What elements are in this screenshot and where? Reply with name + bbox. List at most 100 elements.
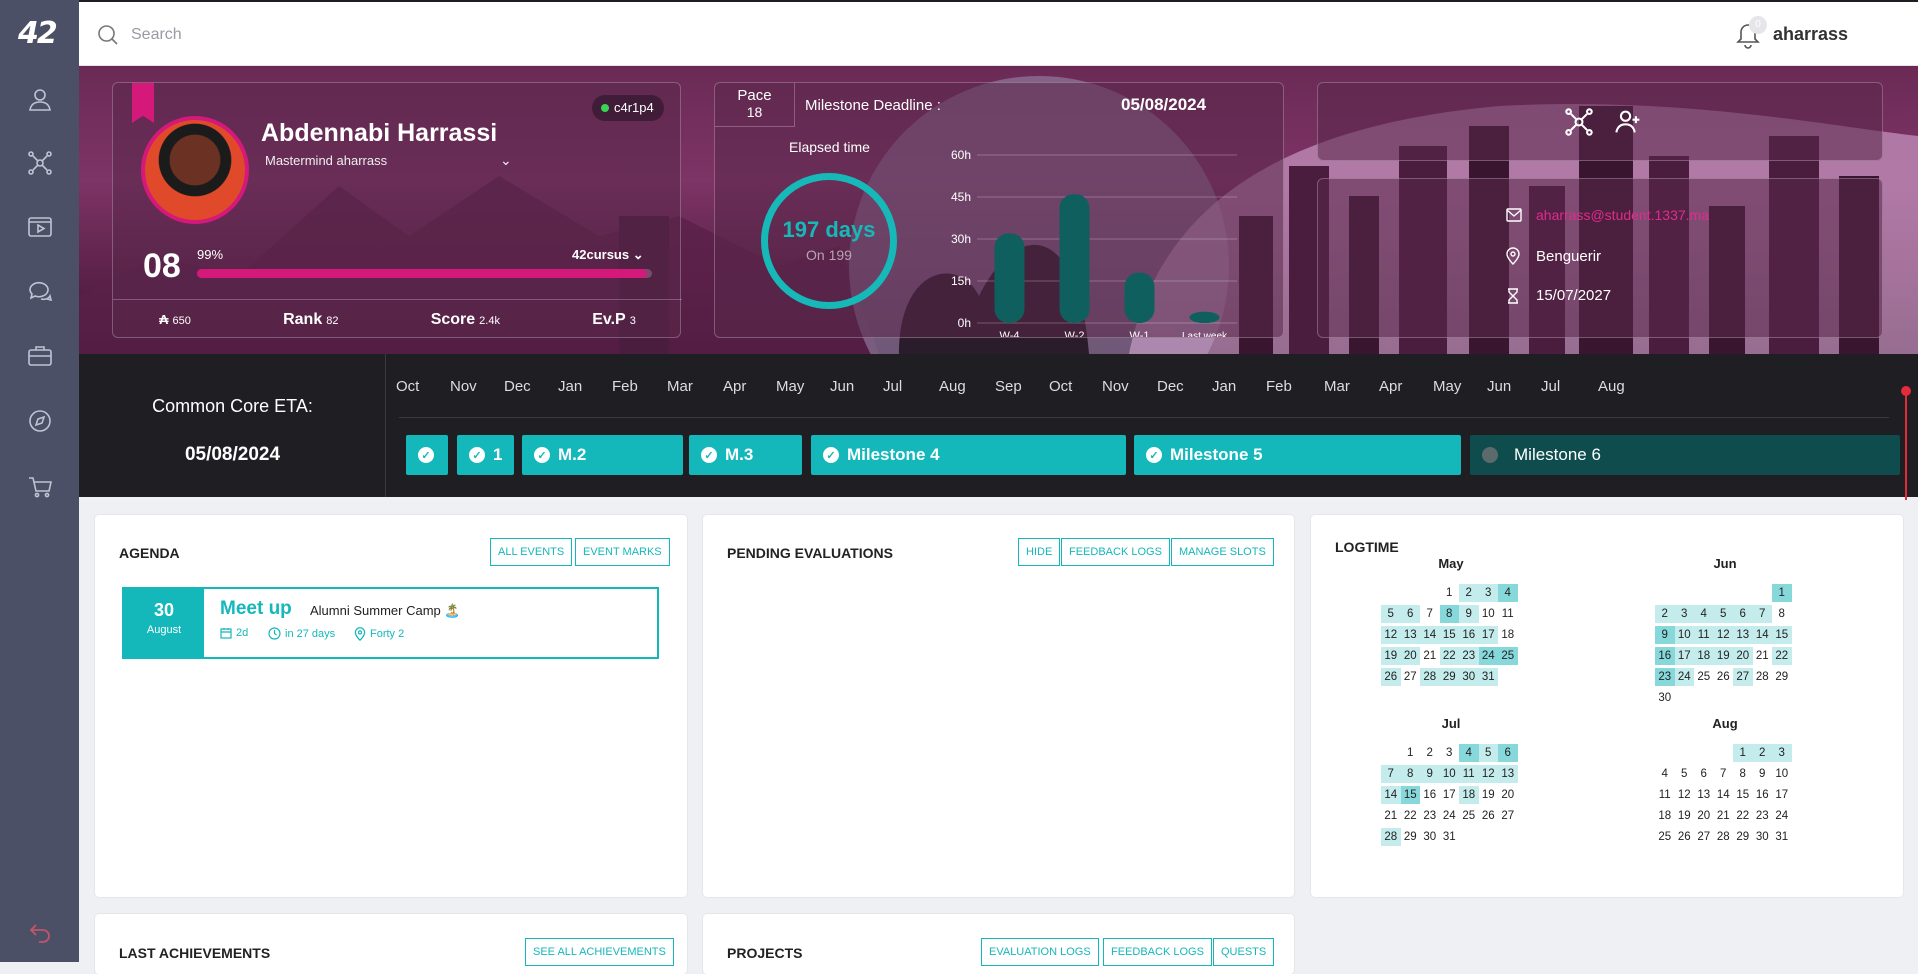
calendar-day[interactable]: 6 xyxy=(1498,744,1518,762)
event-card[interactable]: 30 August Meet up Alumni Summer Camp 🏝️ … xyxy=(122,587,659,659)
calendar-day[interactable]: 2 xyxy=(1459,584,1479,602)
calendar-day[interactable]: 7 xyxy=(1752,605,1772,623)
calendar-day[interactable]: 11 xyxy=(1459,765,1479,783)
calendar-day[interactable]: 12 xyxy=(1675,786,1695,804)
cart-icon[interactable] xyxy=(25,472,55,502)
calendar-day[interactable]: 24 xyxy=(1674,668,1694,686)
calendar-day[interactable]: 24 xyxy=(1440,807,1460,825)
milestone-5[interactable]: ✓ Milestone 4 xyxy=(811,435,1126,475)
calendar-day[interactable]: 1 xyxy=(1733,744,1753,762)
calendar-day[interactable]: 6 xyxy=(1400,605,1420,623)
calendar-day[interactable]: 3 xyxy=(1440,744,1460,762)
calendar-day[interactable]: 17 xyxy=(1772,786,1792,804)
calendar-day[interactable]: 11 xyxy=(1694,626,1714,644)
calendar-day[interactable]: 5 xyxy=(1675,765,1695,783)
calendar-day[interactable]: 21 xyxy=(1420,647,1440,665)
email-link[interactable]: aharrass@student.1337.ma xyxy=(1536,207,1709,223)
calendar-day[interactable]: 25 xyxy=(1694,668,1714,686)
calendar-day[interactable]: 17 xyxy=(1674,647,1694,665)
video-icon[interactable] xyxy=(25,212,55,242)
network-icon[interactable] xyxy=(25,148,55,178)
calendar-day[interactable]: 17 xyxy=(1440,786,1460,804)
all-events-button[interactable]: ALL EVENTS xyxy=(490,538,573,566)
calendar-day[interactable]: 23 xyxy=(1655,668,1675,686)
calendar-day[interactable]: 12 xyxy=(1478,765,1498,783)
calendar-day[interactable]: 31 xyxy=(1440,828,1460,846)
calendar-day[interactable]: 8 xyxy=(1400,765,1420,783)
search-input[interactable] xyxy=(131,22,431,48)
milestone-1[interactable]: ✓ xyxy=(406,435,448,475)
calendar-day[interactable]: 19 xyxy=(1381,647,1401,665)
calendar-day[interactable]: 17 xyxy=(1478,626,1498,644)
calendar-day[interactable]: 1 xyxy=(1401,744,1421,762)
calendar-day[interactable]: 10 xyxy=(1439,765,1459,783)
calendar-day[interactable]: 26 xyxy=(1381,668,1401,686)
calendar-day[interactable]: 5 xyxy=(1713,605,1733,623)
calendar-day[interactable]: 27 xyxy=(1401,668,1421,686)
calendar-day[interactable]: 18 xyxy=(1459,786,1479,804)
logout-icon[interactable] xyxy=(25,917,55,947)
calendar-day[interactable]: 2 xyxy=(1655,605,1675,623)
feedback-logs-button[interactable]: FEEDBACK LOGS xyxy=(1061,538,1170,566)
event-marks-button[interactable]: EVENT MARKS xyxy=(575,538,670,566)
calendar-day[interactable]: 6 xyxy=(1733,605,1753,623)
calendar-day[interactable]: 25 xyxy=(1459,807,1479,825)
milestone-7[interactable]: Milestone 6 xyxy=(1470,435,1900,475)
calendar-day[interactable]: 5 xyxy=(1478,744,1498,762)
calendar-day[interactable]: 29 xyxy=(1733,828,1753,846)
calendar-day[interactable]: 31 xyxy=(1772,828,1792,846)
calendar-day[interactable]: 13 xyxy=(1694,786,1714,804)
calendar-day[interactable]: 22 xyxy=(1439,647,1459,665)
calendar-day[interactable]: 13 xyxy=(1400,626,1420,644)
calendar-day[interactable]: 30 xyxy=(1459,668,1479,686)
calendar-day[interactable]: 21 xyxy=(1381,807,1401,825)
calendar-day[interactable]: 15 xyxy=(1733,786,1753,804)
calendar-day[interactable]: 7 xyxy=(1420,605,1440,623)
calendar-day[interactable]: 8 xyxy=(1772,605,1792,623)
calendar-day[interactable]: 20 xyxy=(1400,647,1420,665)
calendar-day[interactable]: 22 xyxy=(1401,807,1421,825)
calendar-day[interactable]: 12 xyxy=(1713,626,1733,644)
milestone-2[interactable]: ✓ 1 xyxy=(457,435,514,475)
calendar-day[interactable]: 8 xyxy=(1439,605,1459,623)
calendar-day[interactable]: 13 xyxy=(1498,765,1518,783)
username[interactable]: aharrass xyxy=(1773,24,1848,45)
calendar-day[interactable]: 26 xyxy=(1675,828,1695,846)
manage-slots-button[interactable]: MANAGE SLOTS xyxy=(1171,538,1274,566)
calendar-day[interactable]: 26 xyxy=(1479,807,1499,825)
app-logo[interactable]: 42 xyxy=(18,16,62,52)
calendar-day[interactable]: 4 xyxy=(1498,584,1518,602)
calendar-day[interactable]: 13 xyxy=(1733,626,1753,644)
calendar-day[interactable]: 3 xyxy=(1772,744,1792,762)
calendar-day[interactable]: 9 xyxy=(1753,765,1773,783)
calendar-day[interactable]: 6 xyxy=(1694,765,1714,783)
calendar-day[interactable]: 20 xyxy=(1694,807,1714,825)
calendar-day[interactable]: 18 xyxy=(1655,807,1675,825)
milestone-6[interactable]: ✓ Milestone 5 xyxy=(1134,435,1461,475)
calendar-day[interactable]: 19 xyxy=(1713,647,1733,665)
calendar-day[interactable]: 30 xyxy=(1420,828,1440,846)
milestone-4[interactable]: ✓ M.3 xyxy=(689,435,802,475)
add-friend-icon[interactable] xyxy=(1614,107,1644,137)
calendar-day[interactable]: 19 xyxy=(1479,786,1499,804)
hide-button[interactable]: HIDE xyxy=(1018,538,1061,566)
calendar-day[interactable]: 29 xyxy=(1401,828,1421,846)
calendar-day[interactable]: 21 xyxy=(1714,807,1734,825)
calendar-day[interactable]: 16 xyxy=(1753,786,1773,804)
calendar-day[interactable]: 24 xyxy=(1772,807,1792,825)
calendar-day[interactable]: 16 xyxy=(1655,647,1675,665)
calendar-day[interactable]: 15 xyxy=(1772,626,1792,644)
cursus-select[interactable]: 42cursus ⌄ xyxy=(572,247,644,263)
calendar-day[interactable]: 25 xyxy=(1498,647,1518,665)
calendar-day[interactable]: 24 xyxy=(1478,647,1498,665)
calendar-day[interactable]: 30 xyxy=(1753,828,1773,846)
calendar-day[interactable]: 10 xyxy=(1674,626,1694,644)
calendar-day[interactable]: 21 xyxy=(1753,647,1773,665)
calendar-day[interactable]: 26 xyxy=(1714,668,1734,686)
calendar-day[interactable]: 1 xyxy=(1772,584,1792,602)
calendar-day[interactable]: 12 xyxy=(1381,626,1401,644)
calendar-day[interactable]: 18 xyxy=(1498,626,1518,644)
calendar-day[interactable]: 23 xyxy=(1420,807,1440,825)
calendar-day[interactable]: 22 xyxy=(1772,647,1792,665)
calendar-day[interactable]: 10 xyxy=(1479,605,1499,623)
